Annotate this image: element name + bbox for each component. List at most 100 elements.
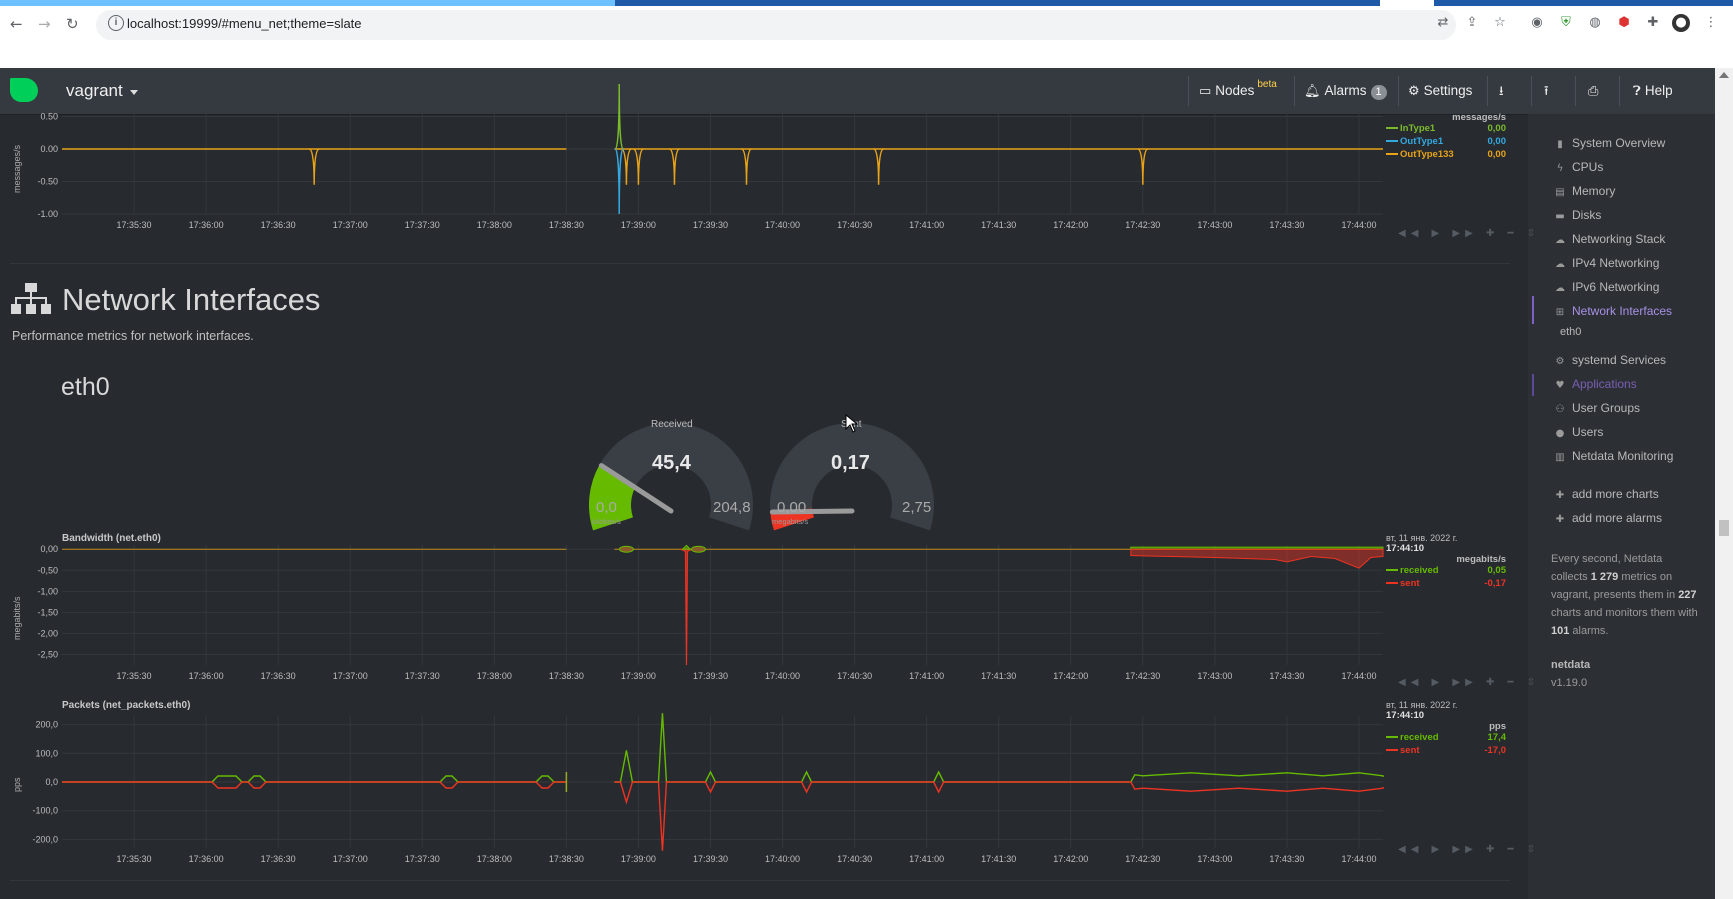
chart2-legend: вт, 11 янв. 2022 г. 17:44:10 megabits/s …	[1386, 533, 1506, 591]
gauge-received-max: 204,8	[713, 499, 751, 516]
messages-chart[interactable]: 17:35:30 17:36:00 17:36:30 17:37:00 17:37:30…	[0, 83, 1520, 246]
puzzle-extensions-icon[interactable]: ✚	[1644, 14, 1662, 32]
legend-item-received[interactable]: received 0,05	[1386, 565, 1506, 578]
share-icon[interactable]: ⇪	[1463, 14, 1481, 32]
x-tick-label: 17:36:30	[261, 220, 296, 230]
profile-avatar-icon[interactable]: ●	[1672, 14, 1690, 32]
scrollbar-thumb[interactable]	[1719, 520, 1729, 536]
help-button[interactable]: ❓︎ Help	[1633, 68, 1673, 114]
sidebar-item-applications[interactable]: ♥ Applications	[1553, 377, 1637, 391]
bandwidth-chart[interactable]: 17:35:30 17:36:00 17:36:30 17:37:00 17:37:30…	[0, 544, 1520, 690]
x-tick-label: 17:36:00	[189, 671, 224, 681]
upload-button[interactable]: ⭱	[1544, 68, 1553, 114]
x-tick-label: 17:39:00	[621, 854, 656, 864]
translate-icon[interactable]: ⇄	[1434, 14, 1452, 32]
sidebar-item-eth0[interactable]: eth0	[1560, 326, 1581, 338]
sidebar-info-text: Every second, Netdata collects 1 279 met…	[1551, 553, 1698, 637]
sidebar-item-system-overview[interactable]: ▮ System Overview	[1553, 136, 1665, 150]
alarms-count-badge: 1	[1370, 85, 1387, 100]
sidebar-item-netdata-monitoring[interactable]: ▥ Netdata Monitoring	[1553, 449, 1673, 463]
forward-icon[interactable]: →	[38, 15, 51, 33]
legend-value: 0,05	[1487, 565, 1507, 576]
sidebar-item-networking-stack[interactable]: ☁ Networking Stack	[1553, 232, 1665, 246]
chart1-legend: messages/s InType1 0,00 OutType1 0,00 OutTyp…	[1386, 112, 1506, 162]
x-tick-label: 17:35:30	[117, 671, 152, 681]
browser-menu-icon[interactable]: ⋮	[1702, 14, 1720, 32]
sidebar-item-ipv6-networking[interactable]: ☁ IPv6 Networking	[1553, 280, 1659, 294]
version-label: netdata	[1551, 659, 1591, 671]
series-outtype133-dip	[669, 148, 680, 185]
hostname-dropdown[interactable]: vagrant	[66, 81, 123, 101]
add-more-charts-link[interactable]: ✚ add more charts	[1553, 487, 1659, 501]
sidebar-item-users[interactable]: ● Users	[1553, 425, 1604, 439]
y-tick-label: -0,50	[37, 565, 58, 575]
add-more-alarms-link[interactable]: ✚ add more alarms	[1553, 511, 1662, 525]
users-icon: ⚇	[1555, 404, 1565, 415]
globe-extension-icon[interactable]: ◍	[1586, 14, 1604, 32]
download-button[interactable]: ⭳	[1499, 68, 1508, 114]
sidebar-item-systemd-services[interactable]: ⚙ systemd Services	[1553, 353, 1667, 367]
x-tick-label: 17:42:30	[1125, 854, 1160, 864]
x-tick-label: 17:40:30	[837, 220, 872, 230]
section-description: Performance metrics for network interfac…	[12, 329, 254, 343]
legend-swatch	[1386, 569, 1398, 572]
settings-button[interactable]: ⚙ Settings	[1408, 68, 1472, 114]
series-outtype133-dip	[741, 148, 752, 185]
sidebar-item-disks[interactable]: ▬ Disks	[1553, 208, 1601, 222]
legend-label: OutType1	[1400, 136, 1444, 147]
chart3-legend: вт, 11 янв. 2022 г. 17:44:10 pps receive…	[1386, 700, 1506, 758]
gauge-sent-unit: megabits/s	[772, 517, 809, 526]
y-tick-label: -1,50	[37, 607, 58, 617]
legend-item-intype1[interactable]: InType1 0,00	[1386, 123, 1506, 136]
gauge-received-unit: kilobits/s	[592, 517, 621, 526]
y-tick-label: -2,50	[37, 649, 58, 659]
legend-label: sent	[1400, 745, 1420, 756]
site-info-icon[interactable]: i	[108, 15, 124, 31]
packets-chart[interactable]: 17:35:30 17:36:00 17:36:30 17:37:00 17:37:30…	[0, 712, 1520, 864]
legend-item-sent[interactable]: sent -17,0	[1386, 745, 1506, 758]
bell-icon: 🔔︎	[1304, 84, 1321, 99]
gauge-received-value: 45,4	[652, 452, 691, 474]
family-title: eth0	[61, 373, 110, 401]
print-button[interactable]: ⎙	[1588, 68, 1602, 114]
chart2-controls[interactable]: ◀◀ ▶ ▶▶ ✚ ━ ⇳	[1398, 677, 1540, 688]
series-received-line-early	[62, 775, 566, 783]
netdata-logo[interactable]	[10, 78, 38, 102]
back-icon[interactable]: ←	[10, 15, 23, 33]
legend-label: InType1	[1400, 123, 1436, 134]
sidebar-item-user-groups[interactable]: ⚇ User Groups	[1553, 401, 1641, 415]
url-text[interactable]: localhost:19999/#menu_net;theme=slate	[127, 16, 362, 31]
legend-item-outtype133[interactable]: OutType133 0,00	[1386, 149, 1506, 162]
series-sent-area	[1130, 548, 1384, 569]
y-tick-label: -100,0	[32, 806, 58, 816]
sidebar-item-network-interfaces[interactable]: ⊞ Network Interfaces	[1553, 304, 1672, 318]
legend-item-outtype1[interactable]: OutType1 0,00	[1386, 136, 1506, 149]
chart3-controls[interactable]: ◀◀ ▶ ▶▶ ✚ ━ ⇳	[1398, 844, 1540, 855]
bookmark-star-icon[interactable]: ☆	[1491, 14, 1509, 32]
sidebar-item-label: Users	[1572, 425, 1604, 439]
reload-icon[interactable]: ↻	[66, 15, 79, 33]
x-tick-label: 17:38:30	[549, 220, 584, 230]
legend-value: -0,17	[1484, 578, 1506, 589]
nodes-button[interactable]: ▭ Nodes beta	[1199, 68, 1277, 114]
page-scrollbar[interactable]	[1715, 68, 1733, 899]
shield-extension-icon[interactable]: ⛨	[1557, 14, 1575, 32]
chevron-down-icon[interactable]	[130, 90, 138, 95]
sidebar-item-ipv4-networking[interactable]: ☁ IPv4 Networking	[1553, 256, 1659, 270]
sidebar-item-label: IPv4 Networking	[1572, 256, 1660, 270]
sidebar-item-memory[interactable]: ▤ Memory	[1553, 184, 1615, 198]
print-icon: ⎙	[1588, 84, 1599, 99]
sidebar-item-cpus[interactable]: ϟ CPUs	[1553, 160, 1604, 174]
y-tick-label: -1,00	[37, 586, 58, 596]
adblock-extension-icon[interactable]: ⬢	[1615, 14, 1633, 32]
sidebar-item-label: Memory	[1572, 184, 1616, 198]
legend-item-received[interactable]: received 17,4	[1386, 732, 1506, 745]
x-tick-label: 17:40:30	[837, 854, 872, 864]
x-tick-label: 17:43:30	[1269, 220, 1304, 230]
legend-label: received	[1400, 565, 1439, 576]
gauge-sent-max: 2,75	[902, 499, 932, 516]
chart1-controls[interactable]: ◀◀ ▶ ▶▶ ✚ ━ ⇳	[1398, 228, 1540, 239]
alarms-button[interactable]: 🔔︎ Alarms 1	[1304, 68, 1387, 114]
legend-item-sent[interactable]: sent -0,17	[1386, 578, 1506, 591]
extension-icon[interactable]: ◉	[1528, 14, 1546, 32]
